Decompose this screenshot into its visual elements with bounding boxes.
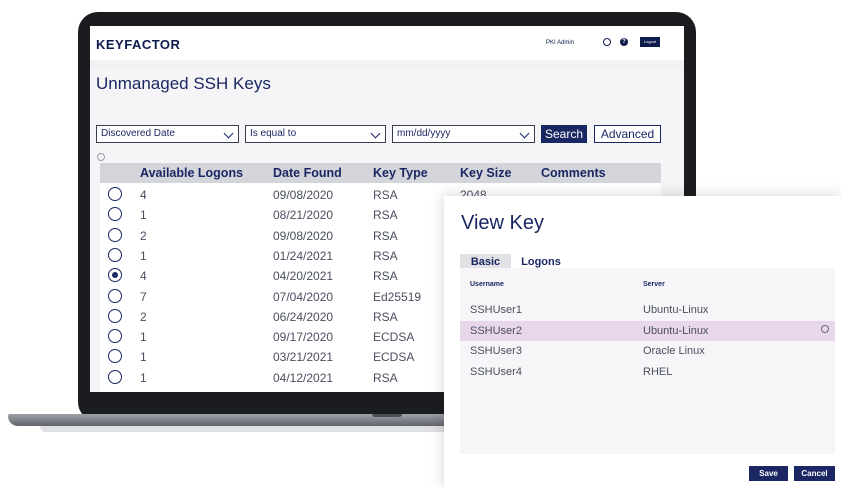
search-button[interactable]: Search — [541, 125, 587, 143]
cell-date-found: 09/08/2020 — [273, 228, 334, 243]
nav-bar — [90, 60, 684, 69]
row-radio[interactable] — [108, 187, 122, 201]
logon-row[interactable]: SSHUser4 RHEL — [460, 362, 835, 382]
logon-row[interactable]: SSHUser1 Ubuntu-Linux — [460, 300, 835, 320]
logon-server: Ubuntu-Linux — [643, 324, 709, 337]
cell-available-logons: 1 — [140, 208, 147, 223]
row-radio[interactable] — [108, 308, 122, 323]
cell-key-type: RSA — [373, 208, 398, 223]
keyfactor-logo[interactable]: KEYFACTOR — [96, 37, 180, 52]
chevron-down-icon — [370, 128, 381, 139]
cell-key-type: RSA — [373, 188, 398, 202]
cell-key-type: RSA — [373, 269, 398, 284]
cell-available-logons: 1 — [140, 248, 147, 263]
cell-date-found: 01/24/2021 — [273, 248, 334, 263]
chevron-down-icon — [223, 128, 234, 139]
logon-server: RHEL — [643, 365, 673, 378]
row-radio[interactable] — [108, 268, 122, 283]
logon-row[interactable]: SSHUser3 Oracle Linux — [460, 341, 835, 361]
operator-select-value: Is equal to — [250, 128, 297, 139]
cell-date-found: 08/21/2020 — [273, 208, 334, 223]
row-radio[interactable] — [108, 349, 122, 364]
cell-available-logons: 4 — [140, 188, 147, 202]
cancel-button[interactable]: Cancel — [794, 466, 835, 481]
cell-available-logons: 2 — [140, 309, 147, 324]
operator-select[interactable]: Is equal to — [245, 125, 386, 143]
date-input-placeholder: mm/dd/yyyy — [397, 128, 451, 139]
cell-key-type: RSA — [373, 370, 398, 385]
app-header: KEYFACTOR PKI Admin ? Logout — [90, 26, 684, 60]
laptop-notch — [372, 414, 402, 417]
col-available-logons[interactable]: Available Logons — [140, 166, 243, 180]
logon-username: SSHUser2 — [470, 324, 522, 337]
logon-username: SSHUser4 — [470, 365, 522, 378]
cell-date-found: 07/04/2020 — [273, 289, 334, 304]
cell-key-type: RSA — [373, 309, 398, 324]
cell-key-type: ECDSA — [373, 350, 415, 365]
cell-available-logons: 1 — [140, 350, 147, 365]
cell-date-found: 04/20/2021 — [273, 269, 334, 284]
cell-date-found: 09/17/2020 — [273, 330, 334, 345]
row-radio[interactable] — [108, 247, 122, 262]
cell-key-type: ECDSA — [373, 330, 415, 345]
grid-settings-icon[interactable] — [97, 153, 105, 161]
col-server: Server — [643, 281, 665, 288]
col-key-type[interactable]: Key Type — [373, 166, 428, 180]
col-date-found[interactable]: Date Found — [273, 166, 342, 180]
row-radio[interactable] — [108, 329, 122, 344]
logon-username: SSHUser3 — [470, 345, 522, 357]
settings-gear-icon[interactable] — [603, 38, 611, 46]
cell-key-type: RSA — [373, 248, 398, 263]
chevron-down-icon — [519, 128, 530, 139]
logon-username: SSHUser1 — [470, 304, 522, 316]
col-username: Username — [470, 281, 504, 288]
save-button[interactable]: Save — [749, 466, 788, 481]
cell-available-logons: 7 — [140, 289, 147, 304]
cell-key-type: Ed25519 — [373, 289, 422, 304]
logon-row[interactable]: SSHUser2 Ubuntu-Linux — [460, 320, 835, 341]
row-radio[interactable] — [108, 227, 122, 242]
col-key-size[interactable]: Key Size — [460, 166, 511, 180]
field-select[interactable]: Discovered Date — [96, 125, 239, 143]
user-name[interactable]: PKI Admin — [546, 40, 574, 46]
cell-date-found: 04/12/2021 — [273, 370, 334, 385]
row-radio[interactable] — [108, 369, 122, 384]
page-title: Unmanaged SSH Keys — [96, 74, 271, 93]
cell-date-found: 09/08/2020 — [273, 188, 334, 202]
cell-key-type: RSA — [373, 228, 398, 243]
cell-date-found: 03/21/2021 — [273, 350, 334, 365]
logout-button[interactable]: Logout — [640, 37, 660, 47]
advanced-button[interactable]: Advanced — [594, 125, 661, 143]
cell-available-logons: 2 — [140, 228, 147, 243]
logon-server: Ubuntu-Linux — [643, 304, 709, 316]
cell-available-logons: 4 — [140, 269, 147, 284]
logon-server: Oracle Linux — [643, 345, 705, 357]
row-settings-icon[interactable] — [821, 325, 829, 333]
help-icon[interactable]: ? — [620, 38, 628, 46]
cell-date-found: 06/24/2020 — [273, 309, 334, 324]
cell-available-logons: 1 — [140, 330, 147, 345]
dialog-title: View Key — [461, 212, 545, 234]
col-comments[interactable]: Comments — [541, 166, 606, 180]
field-select-value: Discovered Date — [101, 128, 175, 139]
row-radio[interactable] — [108, 288, 122, 303]
date-input[interactable]: mm/dd/yyyy — [392, 125, 535, 143]
cell-available-logons: 1 — [140, 370, 147, 385]
row-radio[interactable] — [108, 207, 122, 222]
